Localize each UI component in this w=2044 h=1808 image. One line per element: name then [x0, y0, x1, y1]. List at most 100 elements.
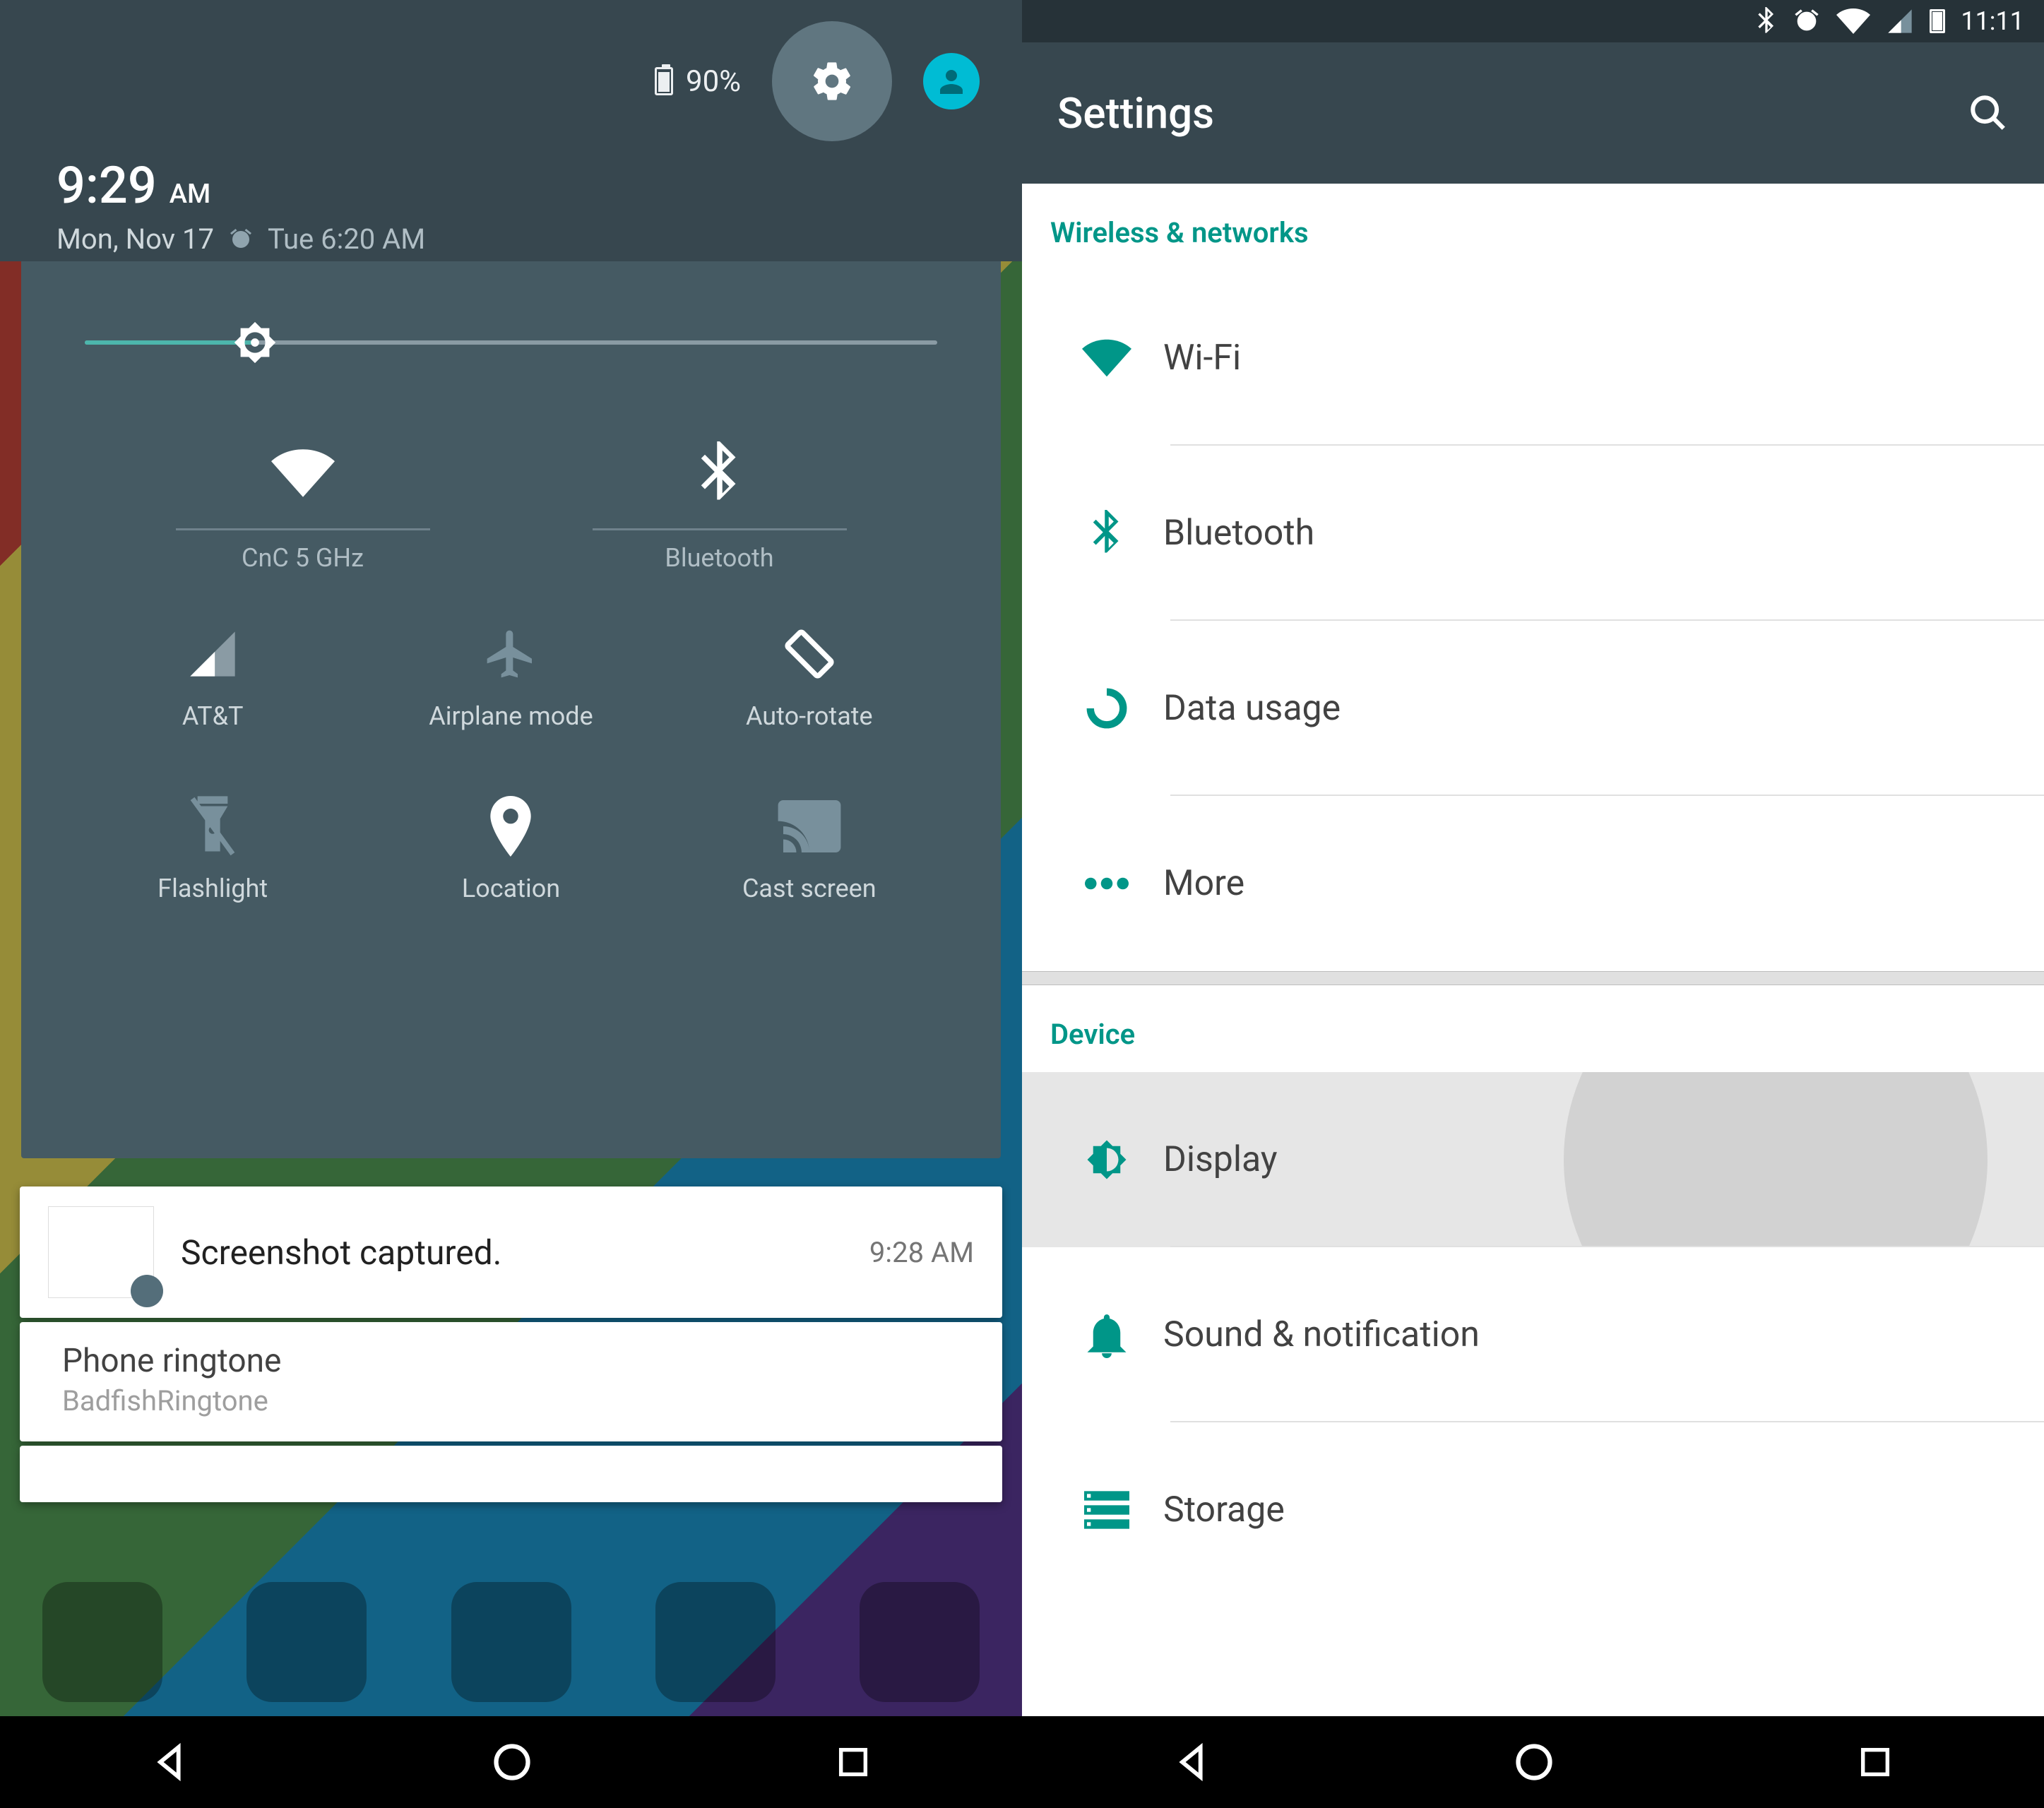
- dock-app[interactable]: [246, 1582, 367, 1702]
- dock-app[interactable]: [42, 1582, 162, 1702]
- tile-bluetooth[interactable]: Bluetooth: [557, 438, 882, 573]
- clock[interactable]: 9:29 AM: [57, 155, 980, 215]
- settings-item-display[interactable]: Display: [1022, 1072, 2044, 1247]
- back-button[interactable]: [150, 1742, 190, 1782]
- settings-item-bluetooth[interactable]: Bluetooth: [1022, 446, 2044, 621]
- person-icon: [934, 64, 968, 98]
- user-switcher[interactable]: [923, 53, 980, 109]
- screenshot-thumbnail: [48, 1206, 154, 1298]
- dock-app[interactable]: [860, 1582, 980, 1702]
- tile-flashlight-label: Flashlight: [64, 874, 362, 903]
- tile-airplane-label: Airplane mode: [362, 701, 660, 731]
- touch-ripple: [1564, 1072, 1987, 1247]
- date-line[interactable]: Mon, Nov 17 Tue 6:20 AM: [57, 222, 980, 256]
- phone-settings-app: 11:11 Settings Wireless & networks Wi-Fi…: [1022, 0, 2044, 1808]
- brightness-icon: [230, 318, 280, 367]
- tile-bt-label: Bluetooth: [557, 543, 882, 573]
- clock-time: 9:29: [57, 155, 157, 215]
- settings-item-label: More: [1163, 863, 1244, 904]
- more-icon: [1085, 876, 1129, 891]
- bell-icon: [1086, 1312, 1127, 1358]
- home-button[interactable]: [1513, 1741, 1555, 1783]
- status-time: 11:11: [1961, 6, 2024, 36]
- wifi-icon: [271, 448, 335, 498]
- shade-header: 90% 9:29 AM Mon, Nov 17 Tue 6:20 AM: [0, 0, 1022, 261]
- navigation-bar: [0, 1716, 1022, 1808]
- tile-wifi-label: CnC 5 GHz: [141, 543, 465, 573]
- tile-cast[interactable]: Cast screen: [660, 795, 958, 903]
- notification-title: Phone ringtone: [62, 1342, 974, 1380]
- wifi-icon: [1082, 338, 1131, 378]
- signal-icon: [1886, 7, 1914, 35]
- section-wireless: Wireless & networks: [1022, 184, 2044, 270]
- app-bar: Settings: [1022, 42, 2044, 184]
- settings-item-label: Wi-Fi: [1163, 338, 1241, 379]
- location-icon: [489, 796, 532, 857]
- navigation-bar: [1022, 1716, 2044, 1808]
- settings-item-label: Storage: [1163, 1489, 1285, 1530]
- rotate-icon: [780, 624, 839, 684]
- notification-title: Screenshot captured.: [181, 1232, 501, 1273]
- page-title: Settings: [1057, 88, 1214, 138]
- airplane-icon: [482, 626, 539, 682]
- settings-button[interactable]: [772, 21, 892, 141]
- signal-icon: [186, 627, 239, 681]
- cast-icon: [778, 800, 841, 852]
- alarm-icon: [1793, 7, 1821, 35]
- battery-icon: [1930, 9, 1945, 33]
- settings-item-more[interactable]: More: [1022, 796, 2044, 971]
- notification-screenshot[interactable]: Screenshot captured. 9:28 AM: [20, 1186, 1002, 1318]
- date: Mon, Nov 17: [57, 222, 214, 256]
- notification-collapsed[interactable]: [20, 1446, 1002, 1502]
- brightness-slider[interactable]: [21, 261, 1001, 424]
- wifi-icon: [1836, 8, 1870, 35]
- tile-cellular-label: AT&T: [64, 701, 362, 731]
- back-button[interactable]: [1172, 1742, 1212, 1782]
- tile-airplane[interactable]: Airplane mode: [362, 622, 660, 731]
- tile-rotate-label: Auto-rotate: [660, 701, 958, 731]
- settings-item-data-usage[interactable]: Data usage: [1022, 621, 2044, 796]
- clock-ampm: AM: [170, 179, 210, 210]
- tile-rotate[interactable]: Auto-rotate: [660, 622, 958, 731]
- recents-button[interactable]: [835, 1744, 872, 1780]
- dock-app[interactable]: [655, 1582, 776, 1702]
- settings-item-label: Bluetooth: [1163, 513, 1314, 554]
- battery-pct: 90%: [686, 64, 741, 99]
- flashlight-icon: [190, 796, 235, 857]
- storage-icon: [1084, 1491, 1129, 1529]
- settings-item-label: Sound & notification: [1163, 1314, 1480, 1355]
- display-icon: [1083, 1136, 1130, 1183]
- dock-app[interactable]: [451, 1582, 571, 1702]
- search-button[interactable]: [1968, 93, 2009, 133]
- bluetooth-icon: [700, 441, 739, 505]
- gear-icon: [809, 59, 855, 104]
- tile-wifi[interactable]: CnC 5 GHz: [141, 438, 465, 573]
- notification-list: Screenshot captured. 9:28 AM Phone ringt…: [20, 1186, 1002, 1506]
- quick-settings-panel: CnC 5 GHz Bluetooth AT&T Airplane mode: [21, 261, 1001, 1158]
- notification-ringtone[interactable]: Phone ringtone BadfishRingtone: [20, 1322, 1002, 1441]
- notification-subtitle: BadfishRingtone: [62, 1384, 974, 1417]
- settings-item-label: Data usage: [1163, 688, 1341, 729]
- notification-time: 9:28 AM: [869, 1236, 974, 1269]
- tile-location[interactable]: Location: [362, 795, 660, 903]
- homescreen-dock: [0, 1568, 1022, 1716]
- status-bar: 11:11: [1022, 0, 2044, 42]
- settings-item-label: Display: [1163, 1139, 1278, 1180]
- settings-item-sound[interactable]: Sound & notification: [1022, 1247, 2044, 1422]
- recents-button[interactable]: [1857, 1744, 1894, 1780]
- settings-item-storage[interactable]: Storage: [1022, 1422, 2044, 1598]
- tile-flashlight[interactable]: Flashlight: [64, 795, 362, 903]
- section-separator: [1022, 971, 2044, 985]
- phone-quick-settings: 90% 9:29 AM Mon, Nov 17 Tue 6:20 AM: [0, 0, 1022, 1808]
- data-usage-icon: [1085, 686, 1129, 730]
- bluetooth-icon: [1092, 510, 1122, 557]
- section-device: Device: [1022, 985, 2044, 1072]
- alarm-text: Tue 6:20 AM: [268, 222, 425, 256]
- home-button[interactable]: [491, 1741, 533, 1783]
- tile-cast-label: Cast screen: [660, 874, 958, 903]
- tile-location-label: Location: [362, 874, 660, 903]
- bluetooth-icon: [1756, 7, 1777, 35]
- tile-cellular[interactable]: AT&T: [64, 622, 362, 731]
- alarm-icon: [228, 227, 254, 252]
- settings-item-wifi[interactable]: Wi-Fi: [1022, 270, 2044, 446]
